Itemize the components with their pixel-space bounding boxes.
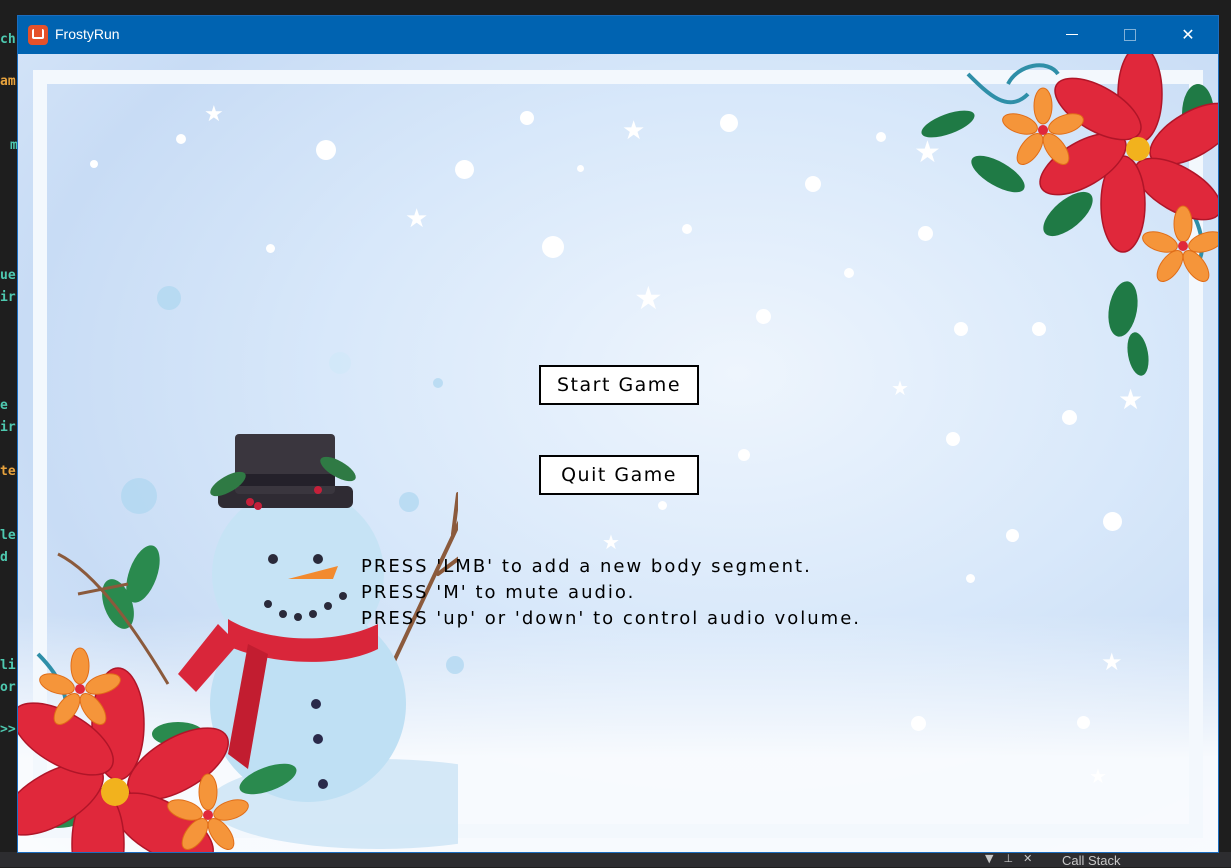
star-icon: ★	[1101, 648, 1123, 676]
snowflake	[266, 244, 275, 253]
dropdown-icon[interactable]: ▼	[985, 852, 993, 865]
minimize-button[interactable]	[1043, 16, 1101, 54]
snowflake	[682, 224, 692, 234]
pin-icon[interactable]: ⊥	[1003, 852, 1013, 865]
star-icon: ★	[204, 102, 224, 127]
snowflake	[738, 449, 750, 461]
ide-code-fragment: le	[0, 528, 16, 543]
close-icon[interactable]: ✕	[1023, 852, 1032, 865]
game-window: FrostyRun ✕ ★ ★ ★ ★ ★ ★ ★ ★ ★ ★ Start Ga…	[17, 15, 1219, 853]
snowflake	[577, 165, 584, 172]
snowflake	[520, 111, 534, 125]
snowflake	[844, 268, 854, 278]
instructions: PRESS 'LMB' to add a new body segment. P…	[361, 554, 861, 632]
snowflake	[946, 432, 960, 446]
snowflake	[1103, 512, 1122, 531]
snowflake	[455, 160, 474, 179]
star-icon: ★	[634, 279, 663, 317]
snowflake	[316, 140, 336, 160]
instruction-line: PRESS 'M' to mute audio.	[361, 582, 636, 603]
snowflake	[1062, 410, 1077, 425]
maximize-button[interactable]	[1101, 16, 1159, 54]
star-icon: ★	[622, 116, 646, 146]
ide-code-fragment: ir	[0, 420, 16, 435]
snowflake	[876, 132, 886, 142]
ice-bubble	[329, 352, 351, 374]
instruction-line: PRESS 'LMB' to add a new body segment.	[361, 556, 812, 577]
call-stack-tab[interactable]: Call Stack	[1062, 853, 1121, 868]
poinsettia-cluster-top-right	[921, 54, 1218, 376]
star-icon: ★	[405, 204, 429, 234]
snowflake	[1006, 529, 1019, 542]
close-button[interactable]: ✕	[1159, 16, 1217, 54]
minimize-icon	[1066, 34, 1078, 35]
ide-code-fragment: e	[0, 398, 8, 413]
quit-game-button[interactable]: Quit Game	[539, 455, 699, 495]
snowflake	[966, 574, 975, 583]
poinsettia-cluster-bottom-left	[18, 545, 297, 852]
start-game-button[interactable]: Start Game	[539, 365, 699, 405]
close-icon: ✕	[1181, 25, 1195, 44]
snowflake	[911, 716, 926, 731]
snowflake	[658, 501, 667, 510]
maximize-icon	[1124, 29, 1136, 41]
ide-panel-controls[interactable]: ▼ ⊥ ✕	[985, 852, 1042, 865]
snowflake	[90, 160, 98, 168]
ide-code-fragment: am	[0, 74, 16, 89]
ide-code-fragment: d	[0, 550, 8, 565]
snowflake	[542, 236, 564, 258]
ice-bubble	[157, 286, 181, 310]
ide-code-fragment: ir	[0, 290, 16, 305]
ide-bottom-bar	[0, 852, 1231, 867]
star-icon: ★	[891, 376, 909, 400]
title-bar[interactable]: FrostyRun ✕	[18, 16, 1218, 54]
snowflake	[805, 176, 821, 192]
snowflake	[720, 114, 738, 132]
snowflake	[1077, 716, 1090, 729]
game-canvas[interactable]: ★ ★ ★ ★ ★ ★ ★ ★ ★ ★ Start Game Quit Game…	[18, 54, 1218, 852]
star-icon: ★	[602, 530, 620, 554]
app-icon	[28, 25, 48, 45]
ide-code-fragment: ue	[0, 268, 16, 283]
instruction-line: PRESS 'up' or 'down' to control audio vo…	[361, 608, 861, 629]
ide-code-fragment: or	[0, 680, 16, 695]
snowflake	[756, 309, 771, 324]
ide-code-fragment: li	[0, 658, 16, 673]
window-title: FrostyRun	[55, 26, 120, 42]
star-icon: ★	[1118, 383, 1144, 416]
snowflake	[176, 134, 186, 144]
ide-code-fragment: >>	[0, 722, 16, 737]
ide-code-fragment: ch	[0, 32, 16, 47]
star-icon: ★	[1089, 764, 1107, 788]
